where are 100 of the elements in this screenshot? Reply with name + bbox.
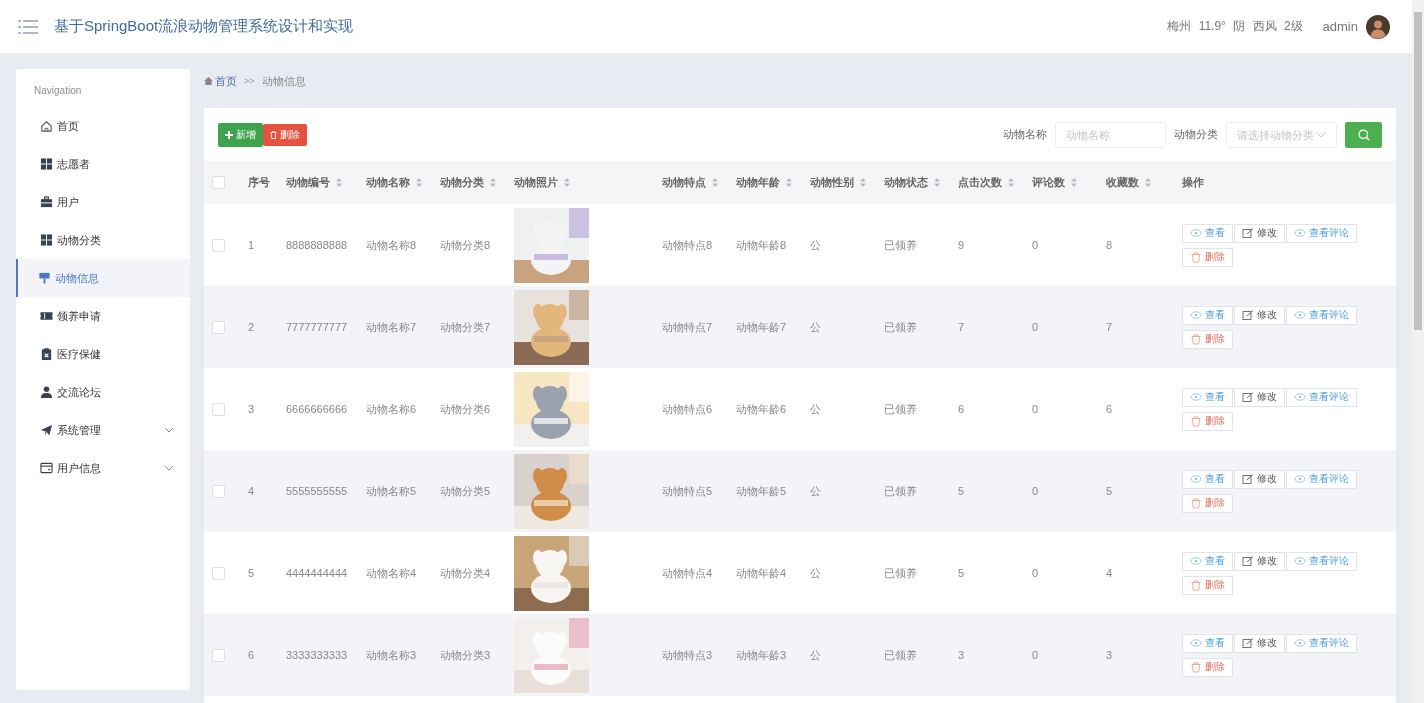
view-button[interactable]: 查看 [1182, 305, 1233, 325]
table-cell: 4 [248, 485, 255, 497]
sidebar-item[interactable]: 系统管理 [16, 411, 190, 449]
sort-icon[interactable] [415, 177, 423, 188]
delete-button[interactable]: 删除 [1182, 247, 1233, 267]
delete-button[interactable]: 删除 [1182, 493, 1233, 513]
table-cell: 4 [1106, 567, 1113, 579]
edit-icon [1242, 227, 1254, 239]
breadcrumb-separator: >> [244, 76, 255, 86]
table-cell: 动物分类6 [440, 402, 491, 415]
table-cell: 0 [1032, 403, 1039, 415]
sidebar-item[interactable]: 领养申请 [16, 297, 190, 335]
view-comments-button[interactable]: 查看评论 [1286, 387, 1357, 407]
table-cell: 6 [248, 649, 255, 661]
table-cell: 动物特点7 [662, 320, 713, 333]
sidebar-item[interactable]: 首页 [16, 107, 190, 145]
add-button[interactable]: 新增 [218, 122, 263, 147]
sort-icon[interactable] [859, 177, 867, 188]
trash-icon [1190, 333, 1202, 345]
sidebar-item[interactable]: 动物分类 [16, 221, 190, 259]
delete-button[interactable]: 删除 [1182, 411, 1233, 431]
checkbox[interactable] [212, 320, 225, 334]
sort-icon[interactable] [489, 177, 497, 188]
sort-icon[interactable] [1144, 177, 1152, 188]
table-cell: 动物年龄3 [736, 648, 787, 661]
table-cell: 已领养 [884, 402, 917, 415]
edit-icon [1242, 309, 1254, 321]
edit-button[interactable]: 修改 [1234, 223, 1285, 243]
avatar[interactable] [1366, 14, 1390, 39]
checkbox[interactable] [212, 238, 225, 252]
checkbox[interactable] [212, 176, 225, 189]
eye-icon [1190, 227, 1202, 239]
edit-button[interactable]: 修改 [1234, 633, 1285, 653]
edit-button[interactable]: 修改 [1234, 305, 1285, 325]
sidebar-item[interactable]: 用户 [16, 183, 190, 221]
home-icon [204, 77, 213, 85]
checkbox[interactable] [212, 402, 225, 416]
view-comments-button[interactable]: 查看评论 [1286, 469, 1357, 489]
table-cell: 动物名称5 [366, 484, 417, 497]
delete-button[interactable]: 删除 [1182, 575, 1233, 595]
home-icon [40, 119, 53, 133]
table-cell: 6 [958, 403, 965, 415]
sidebar-item[interactable]: 医疗保健 [16, 335, 190, 373]
table-cell: 1 [248, 239, 255, 251]
table-cell: 动物年龄4 [736, 566, 787, 579]
view-button[interactable]: 查看 [1182, 469, 1233, 489]
eye-icon [1190, 473, 1202, 485]
menu-icon[interactable] [18, 18, 38, 35]
sidebar-item[interactable]: 用户信息 [16, 449, 190, 487]
column-header: 操作 [1182, 175, 1204, 190]
trash-icon [1190, 415, 1202, 427]
scrollbar[interactable] [1412, 0, 1424, 703]
search-button[interactable] [1345, 121, 1382, 148]
table-cell: 0 [1032, 321, 1039, 333]
view-comments-button[interactable]: 查看评论 [1286, 633, 1357, 653]
sidebar-item[interactable]: 交流论坛 [16, 373, 190, 411]
sort-icon[interactable] [785, 177, 793, 188]
view-button[interactable]: 查看 [1182, 633, 1233, 653]
table-cell: 3 [958, 649, 965, 661]
name-field[interactable]: 动物名称 [1055, 121, 1166, 148]
table-cell: 7 [1106, 321, 1113, 333]
table-cell: 动物年龄6 [736, 402, 787, 415]
checkbox[interactable] [212, 566, 225, 580]
view-comments-button[interactable]: 查看评论 [1286, 223, 1357, 243]
sidebar-item[interactable]: 志愿者 [16, 145, 190, 183]
sidebar-item[interactable]: 动物信息 [16, 259, 190, 297]
grid-icon [40, 157, 53, 171]
checkbox[interactable] [212, 484, 225, 498]
edit-button[interactable]: 修改 [1234, 469, 1285, 489]
sort-icon[interactable] [711, 177, 719, 188]
sort-icon[interactable] [563, 177, 571, 188]
view-button[interactable]: 查看 [1182, 223, 1233, 243]
delete-button[interactable]: 删除 [1182, 329, 1233, 349]
clipboard-icon [40, 347, 53, 361]
table-cell: 动物名称6 [366, 402, 417, 415]
table-cell: 动物分类5 [440, 484, 491, 497]
table-cell: 0 [1032, 649, 1039, 661]
edit-button[interactable]: 修改 [1234, 551, 1285, 571]
edit-button[interactable]: 修改 [1234, 387, 1285, 407]
eye-icon [1294, 227, 1306, 239]
eye-icon [1294, 309, 1306, 321]
view-comments-button[interactable]: 查看评论 [1286, 305, 1357, 325]
user-name[interactable]: admin [1322, 19, 1358, 34]
sort-icon[interactable] [1070, 177, 1078, 188]
column-header: 序号 [248, 175, 270, 190]
sort-icon[interactable] [933, 177, 941, 188]
table-cell: 动物特点5 [662, 484, 713, 497]
table-cell: 动物特点8 [662, 238, 713, 251]
view-comments-button[interactable]: 查看评论 [1286, 551, 1357, 571]
delete-button[interactable]: 删除 [263, 123, 307, 146]
view-button[interactable]: 查看 [1182, 387, 1233, 407]
checkbox[interactable] [212, 648, 225, 662]
delete-button[interactable]: 删除 [1182, 657, 1233, 677]
view-button[interactable]: 查看 [1182, 551, 1233, 571]
signpost-icon [38, 271, 51, 285]
sort-icon[interactable] [335, 177, 343, 188]
column-header[interactable]: 动物照片 [514, 175, 571, 190]
breadcrumb-home[interactable]: 首页 [204, 73, 237, 89]
table-cell: 已领养 [884, 484, 917, 497]
sort-icon[interactable] [1007, 177, 1015, 188]
